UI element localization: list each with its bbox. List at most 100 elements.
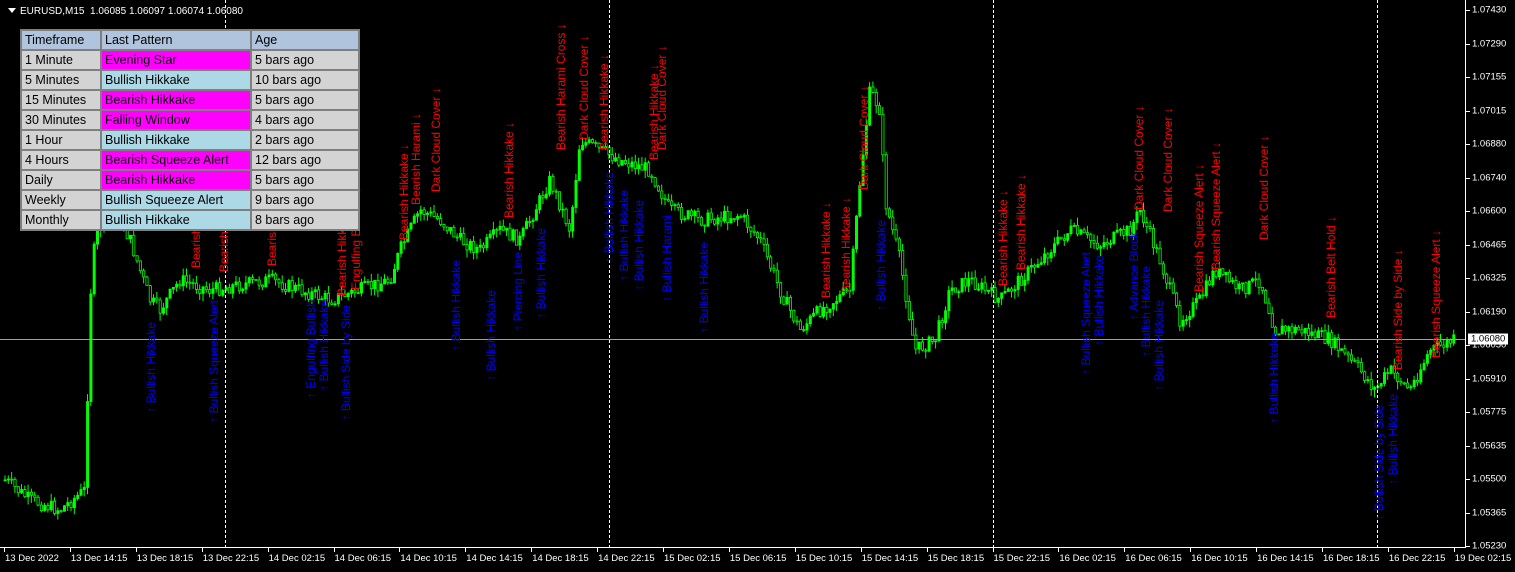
candle <box>544 187 548 200</box>
candle <box>425 211 429 221</box>
candle <box>1092 234 1096 249</box>
candle <box>1109 239 1113 249</box>
candle <box>871 81 875 94</box>
bullish-pattern-marker: ↑ Bullish Hikkake <box>534 228 548 319</box>
candle <box>455 233 459 242</box>
bearish-pattern-marker: Dark Cloud Cover ↓ <box>577 35 591 140</box>
candle <box>416 211 420 223</box>
timeframe-cell: 15 Minutes <box>20 89 102 111</box>
candle <box>389 277 393 285</box>
candle <box>168 288 172 300</box>
candle <box>20 484 24 495</box>
candle <box>274 272 278 286</box>
chart-title: EURUSD,M15 1.06085 1.06097 1.06074 1.060… <box>8 6 243 17</box>
price-label: 1.06190 <box>1472 306 1507 317</box>
candle <box>1310 324 1314 339</box>
candle <box>1442 338 1446 355</box>
time-label: 15 Dec 02:15 <box>664 553 721 564</box>
pattern-cell: Evening Star <box>100 49 252 71</box>
candle <box>723 205 727 224</box>
candle <box>709 207 713 224</box>
candle <box>211 281 215 300</box>
time-label: 15 Dec 06:15 <box>729 553 787 564</box>
time-axis[interactable]: 13 Dec 2022 13 Dec 14:15 13 Dec 18:15 13 De… <box>0 548 1515 572</box>
candle <box>805 318 809 335</box>
candle <box>412 213 416 225</box>
bullish-pattern-marker: ↑ Bullish Hikkake <box>617 190 631 281</box>
candle <box>1290 323 1294 339</box>
candle <box>1383 367 1387 387</box>
candle <box>237 277 241 294</box>
candle <box>383 274 387 285</box>
candle <box>244 275 248 294</box>
candle <box>917 341 921 354</box>
candle <box>399 239 403 258</box>
candle <box>379 276 383 292</box>
candle <box>683 215 687 222</box>
candle <box>92 241 96 297</box>
candle <box>56 507 60 520</box>
bearish-pattern-marker: Dark Cloud Cover ↓ <box>1132 105 1146 210</box>
candle <box>152 294 156 306</box>
candle <box>610 146 614 165</box>
candle <box>194 275 198 294</box>
candle <box>693 209 697 224</box>
candle <box>967 271 971 293</box>
candle <box>515 229 519 246</box>
candle <box>808 314 812 327</box>
candle <box>1287 325 1291 339</box>
price-tick <box>1466 177 1470 179</box>
candle <box>386 276 390 285</box>
price-label: 1.07290 <box>1472 38 1507 49</box>
price-label: 1.05365 <box>1472 507 1507 518</box>
age-cell: 2 bars ago <box>250 129 360 151</box>
bearish-pattern-marker: Bearish Hikkake ↓ <box>839 196 853 293</box>
candle <box>1366 376 1370 384</box>
candle <box>178 280 182 290</box>
timeframe-cell: Daily <box>20 169 102 191</box>
candle <box>828 308 832 319</box>
candle <box>944 306 948 330</box>
candle <box>165 297 169 315</box>
candle <box>1227 269 1231 284</box>
timeframe-cell: Monthly <box>20 209 102 231</box>
candle <box>264 273 268 288</box>
candle <box>739 214 743 219</box>
price-tick <box>1466 479 1470 480</box>
candle <box>1244 281 1248 299</box>
time-label: 13 Dec 14:15 <box>70 553 128 564</box>
time-label: 14 Dec 14:15 <box>466 553 523 564</box>
price-label: 1.05500 <box>1472 473 1507 485</box>
candle <box>812 308 816 318</box>
table-row: 1 Minute Evening Star 5 bars ago <box>20 49 360 71</box>
header-cell: Timeframe <box>20 29 102 51</box>
bearish-pattern-marker: Dark Cloud Cover ↓ <box>655 45 669 150</box>
bullish-pattern-marker: ↑ Bullish Hikkake <box>632 200 646 291</box>
candle <box>66 497 70 511</box>
price-label: 1.06325 <box>1472 272 1507 284</box>
candle <box>330 299 334 306</box>
price-tick <box>1466 546 1470 547</box>
pattern-cell: Bearish Squeeze Alert <box>100 149 252 171</box>
candle <box>1138 209 1142 216</box>
table-row: Daily Bearish Hikkake 5 bars ago <box>20 169 360 191</box>
candle <box>647 160 651 177</box>
candle <box>491 221 495 240</box>
candle <box>1105 238 1109 250</box>
candle <box>653 176 657 188</box>
timeframe-cell: 1 Hour <box>20 129 102 151</box>
dropdown-triangle-icon[interactable] <box>8 8 16 13</box>
price-label: 1.06465 <box>1472 239 1507 250</box>
candle <box>188 274 192 290</box>
candle <box>1320 327 1324 338</box>
price-axis[interactable]: 1.06080 1.07430 1.07290 1.07155 1.07015 1.068… <box>1466 0 1515 552</box>
candle <box>1046 252 1050 266</box>
candle <box>759 232 763 244</box>
bearish-pattern-marker: Bearish Side by Side ↓ <box>1391 249 1405 370</box>
candle <box>1155 244 1159 254</box>
bullish-pattern-marker: ↑ Bullish Hikkake <box>874 220 888 311</box>
bullish-pattern-marker: ↑ Bullish Hikkake <box>1152 300 1166 391</box>
price-tick <box>1466 278 1470 279</box>
candle <box>1260 286 1264 295</box>
time-tick <box>333 548 335 552</box>
